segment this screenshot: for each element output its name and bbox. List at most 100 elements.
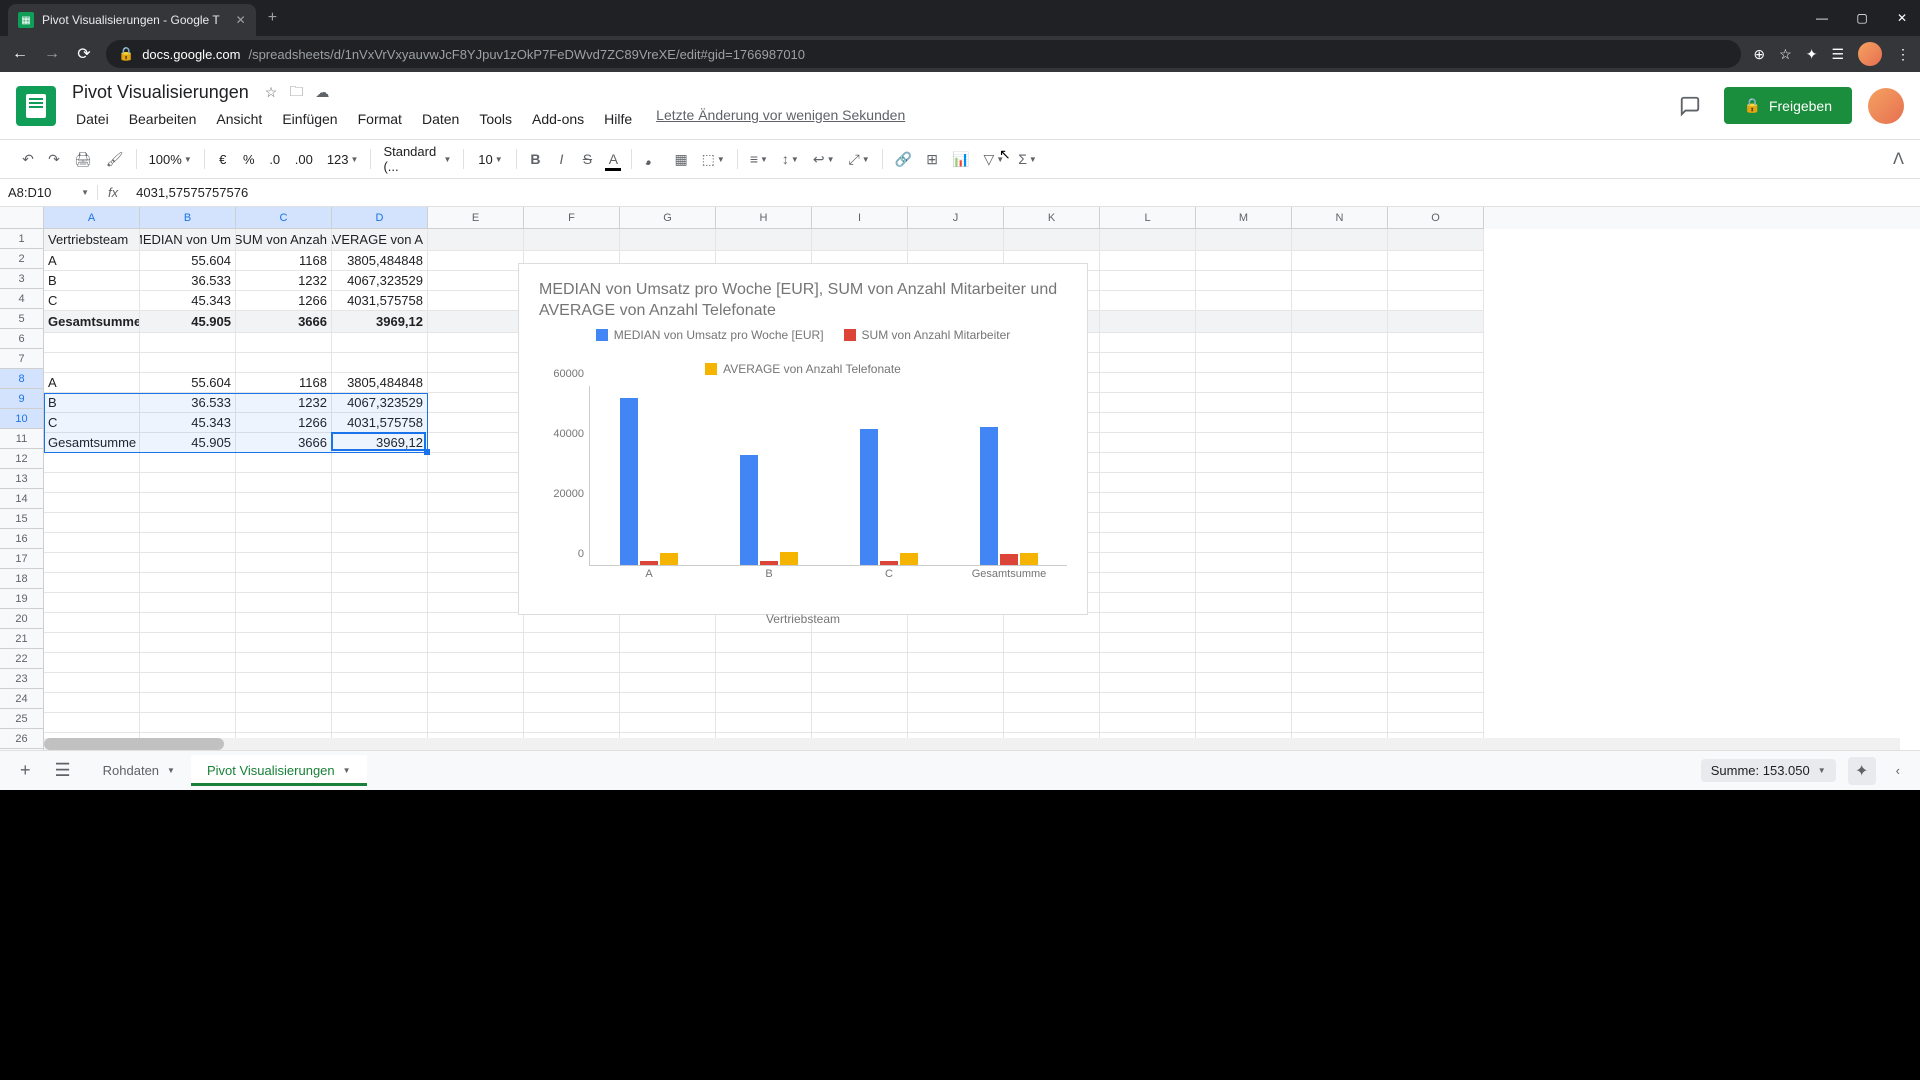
cell[interactable] [1388, 653, 1484, 673]
cell[interactable] [1100, 333, 1196, 353]
filter-button[interactable]: ▽▼ [978, 147, 1011, 172]
cell[interactable]: Gesamtsumme [44, 311, 140, 333]
cell[interactable] [1100, 553, 1196, 573]
cell[interactable]: AVERAGE von A [332, 229, 428, 251]
wrap-button[interactable]: ↩▼ [807, 147, 841, 172]
cell[interactable] [620, 713, 716, 733]
cell[interactable] [1388, 353, 1484, 373]
column-header[interactable]: K [1004, 207, 1100, 229]
cell[interactable] [1196, 533, 1292, 553]
cell[interactable]: Vertriebsteam [44, 229, 140, 251]
zoom-icon[interactable]: ⊕ [1753, 46, 1765, 63]
cell[interactable] [1292, 533, 1388, 553]
cell[interactable] [332, 633, 428, 653]
cell[interactable] [140, 333, 236, 353]
cell[interactable] [1388, 693, 1484, 713]
cell[interactable] [1292, 593, 1388, 613]
currency-button[interactable]: € [211, 148, 235, 171]
chart[interactable]: MEDIAN von Umsatz pro Woche [EUR], SUM v… [518, 263, 1088, 615]
cell[interactable] [1388, 613, 1484, 633]
text-color-button[interactable]: A [601, 147, 625, 171]
forward-button[interactable]: → [42, 45, 62, 63]
cell[interactable] [1196, 453, 1292, 473]
cell[interactable] [236, 473, 332, 493]
name-box[interactable]: A8:D10 ▼ [0, 185, 98, 200]
cell[interactable] [236, 533, 332, 553]
cell[interactable] [1100, 573, 1196, 593]
cell[interactable] [1388, 573, 1484, 593]
cell[interactable] [716, 633, 812, 653]
cell[interactable] [716, 229, 812, 251]
cell[interactable] [1388, 533, 1484, 553]
cell[interactable] [428, 493, 524, 513]
cell[interactable] [1100, 533, 1196, 553]
all-sheets-button[interactable]: ☰ [47, 756, 79, 785]
fill-color-button[interactable] [638, 147, 666, 171]
cell[interactable] [716, 693, 812, 713]
cell[interactable] [716, 713, 812, 733]
cell[interactable] [524, 653, 620, 673]
cell[interactable] [428, 291, 524, 311]
cell[interactable] [1388, 271, 1484, 291]
cell[interactable]: 55.604 [140, 373, 236, 393]
borders-button[interactable]: ▦ [668, 147, 693, 172]
cell[interactable] [1292, 673, 1388, 693]
cell[interactable] [236, 493, 332, 513]
paint-format-button[interactable]: 🖌 [100, 147, 130, 172]
cell[interactable] [1100, 433, 1196, 453]
cell[interactable] [1292, 353, 1388, 373]
column-header[interactable]: O [1388, 207, 1484, 229]
cell[interactable] [332, 553, 428, 573]
cell[interactable] [332, 493, 428, 513]
cell[interactable]: 4067,323529 [332, 393, 428, 413]
cell[interactable] [428, 633, 524, 653]
cell[interactable]: SUM von Anzah [236, 229, 332, 251]
row-header[interactable]: 5 [0, 309, 44, 329]
cell[interactable] [1100, 473, 1196, 493]
row-header[interactable]: 20 [0, 609, 44, 629]
cell[interactable] [1100, 613, 1196, 633]
cell[interactable] [1004, 633, 1100, 653]
cell[interactable] [236, 693, 332, 713]
strike-button[interactable]: S [575, 147, 599, 171]
cell[interactable] [1196, 251, 1292, 271]
chart-button[interactable]: 📊 [946, 147, 975, 172]
cell[interactable] [332, 333, 428, 353]
cell[interactable] [332, 473, 428, 493]
cell[interactable] [716, 653, 812, 673]
cell[interactable] [236, 673, 332, 693]
column-header[interactable]: C [236, 207, 332, 229]
cell[interactable] [140, 593, 236, 613]
row-header[interactable]: 25 [0, 709, 44, 729]
menu-einfügen[interactable]: Einfügen [274, 107, 345, 131]
cell[interactable] [1292, 291, 1388, 311]
column-header[interactable]: F [524, 207, 620, 229]
cell[interactable] [1292, 493, 1388, 513]
cell[interactable] [44, 673, 140, 693]
explore-button[interactable]: ✦ [1848, 757, 1876, 785]
cell[interactable] [428, 251, 524, 271]
cell[interactable] [1196, 373, 1292, 393]
cell[interactable] [1292, 613, 1388, 633]
cell[interactable]: C [44, 291, 140, 311]
cell[interactable] [1196, 311, 1292, 333]
cell[interactable]: 45.905 [140, 433, 236, 453]
cell[interactable] [44, 353, 140, 373]
cell[interactable]: 1232 [236, 393, 332, 413]
row-header[interactable]: 26 [0, 729, 44, 749]
cell[interactable] [428, 271, 524, 291]
cell[interactable] [236, 653, 332, 673]
number-format-dropdown[interactable]: 123▼ [321, 148, 365, 171]
url-input[interactable]: 🔒 docs.google.com/spreadsheets/d/1nVxVrV… [106, 40, 1741, 68]
cell[interactable] [1196, 271, 1292, 291]
column-header[interactable]: A [44, 207, 140, 229]
cell[interactable] [1196, 513, 1292, 533]
cell[interactable] [1196, 653, 1292, 673]
cell[interactable] [1388, 433, 1484, 453]
spreadsheet-grid[interactable]: ABCDEFGHIJKLMNO 123456789101112131415161… [0, 207, 1920, 750]
cell[interactable] [1388, 493, 1484, 513]
redo-button[interactable]: ↷ [42, 147, 66, 172]
increase-decimal-button[interactable]: .00 [289, 148, 319, 171]
cell[interactable] [1004, 713, 1100, 733]
row-header[interactable]: 6 [0, 329, 44, 349]
